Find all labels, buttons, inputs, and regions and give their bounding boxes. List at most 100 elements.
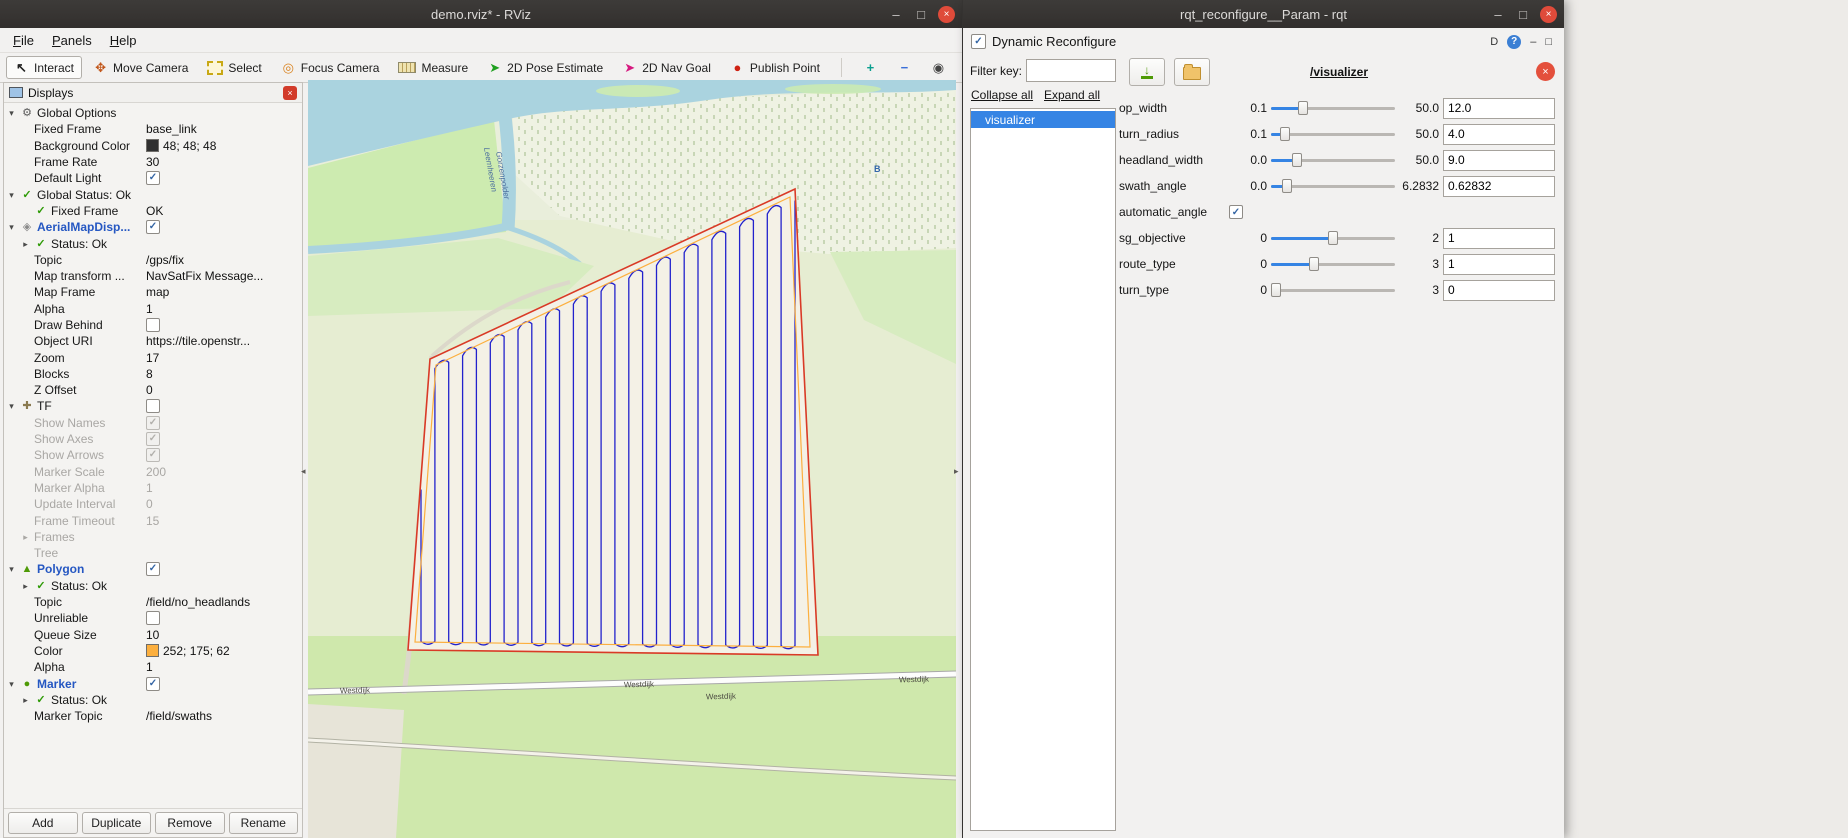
- checkbox-checked[interactable]: ✓: [146, 448, 160, 463]
- param-input-swath_angle[interactable]: [1443, 175, 1555, 197]
- display-row-queue-size[interactable]: Queue Size 10: [4, 627, 302, 643]
- display-row-polygon[interactable]: ▾ ▲ Polygon ✓: [4, 561, 302, 577]
- displays-panel-header[interactable]: Displays ×: [4, 83, 302, 103]
- display-row-frame-rate[interactable]: Frame Rate 30: [4, 154, 302, 170]
- param-pane-close-icon[interactable]: ×: [1536, 62, 1555, 81]
- collapse-all-button[interactable]: Collapse all: [970, 86, 1043, 104]
- add-display-button[interactable]: Add: [8, 812, 78, 834]
- tool-pose-estimate[interactable]: ➤ 2D Pose Estimate: [479, 56, 611, 79]
- property-value-text[interactable]: 1: [146, 301, 153, 317]
- load-params-button[interactable]: [1174, 58, 1210, 86]
- property-value-text[interactable]: 17: [146, 350, 159, 366]
- expander-icon[interactable]: ▾: [6, 187, 17, 203]
- rqt-titlebar[interactable]: rqt_reconfigure__Param - rqt – □ ×: [963, 0, 1564, 28]
- slider-handle[interactable]: [1298, 101, 1309, 115]
- display-row-tree[interactable]: Tree: [4, 545, 302, 561]
- tool-interact[interactable]: ↖ Interact: [6, 56, 83, 79]
- tool-nav-goal[interactable]: ➤ 2D Nav Goal: [614, 56, 719, 79]
- expander-icon[interactable]: ▸: [20, 529, 31, 545]
- display-row-marker-alpha[interactable]: Marker Alpha 1: [4, 480, 302, 496]
- minimize-icon[interactable]: –: [1490, 7, 1506, 22]
- display-row-object-uri[interactable]: Object URI https://tile.openstr...: [4, 333, 302, 349]
- property-value-text[interactable]: 252; 175; 62: [163, 643, 230, 659]
- minimize-icon[interactable]: –: [888, 7, 904, 22]
- param-slider-headland_width[interactable]: [1271, 152, 1395, 168]
- rename-display-button[interactable]: Rename: [228, 812, 298, 834]
- property-value-text[interactable]: https://tile.openstr...: [146, 333, 250, 349]
- save-params-button[interactable]: ↓: [1129, 58, 1165, 86]
- checkbox-checked[interactable]: ✓: [146, 415, 160, 430]
- display-row-frame-timeout[interactable]: Frame Timeout 15: [4, 512, 302, 528]
- map-3d-view[interactable]: Westdijk Westdijk Westdijk Westdijk Leemheer…: [308, 80, 956, 838]
- tool-measure[interactable]: Measure: [390, 57, 476, 79]
- display-row-status-ok[interactable]: ▸ ✓ Status: Ok: [4, 235, 302, 251]
- param-slider-route_type[interactable]: [1271, 256, 1395, 272]
- display-row-global-options[interactable]: ▾ ⚙ Global Options: [4, 105, 302, 121]
- display-row-default-light[interactable]: Default Light ✓: [4, 170, 302, 186]
- display-row-global-status-ok[interactable]: ▾ ✓ Global Status: Ok: [4, 186, 302, 202]
- display-row-show-arrows[interactable]: Show Arrows ✓: [4, 447, 302, 463]
- property-value-text[interactable]: /field/no_headlands: [146, 594, 250, 610]
- property-value-text[interactable]: NavSatFix Message...: [146, 268, 263, 284]
- tool-focus-camera[interactable]: ◎ Focus Camera: [273, 56, 388, 79]
- display-row-marker-scale[interactable]: Marker Scale 200: [4, 464, 302, 480]
- rviz-titlebar[interactable]: demo.rviz* - RViz – □ ×: [0, 0, 962, 28]
- map-canvas[interactable]: WestdijkWestdijkWestdijkWestdijkLeemheer…: [308, 80, 956, 838]
- property-value-text[interactable]: 200: [146, 464, 166, 480]
- dock-minimize-icon[interactable]: –: [1530, 36, 1536, 48]
- display-row-map-transform-[interactable]: Map transform ... NavSatFix Message...: [4, 268, 302, 284]
- checkbox-unchecked[interactable]: [146, 318, 160, 332]
- maximize-icon[interactable]: □: [1515, 7, 1531, 22]
- expander-icon[interactable]: ▸: [20, 236, 31, 252]
- expander-icon[interactable]: ▾: [6, 219, 17, 235]
- menu-panels[interactable]: Panels: [43, 30, 101, 51]
- tool-move-camera[interactable]: ✥ Move Camera: [85, 56, 196, 79]
- property-value-text[interactable]: map: [146, 284, 169, 300]
- expand-all-button[interactable]: Expand all: [1043, 86, 1116, 104]
- expander-icon[interactable]: ▾: [6, 398, 17, 414]
- expander-icon[interactable]: ▸: [20, 692, 31, 708]
- close-icon[interactable]: ×: [938, 5, 955, 23]
- filter-key-input[interactable]: [1026, 59, 1116, 82]
- splitter-collapse-left-icon[interactable]: ◂: [301, 466, 306, 477]
- display-row-show-axes[interactable]: Show Axes ✓: [4, 431, 302, 447]
- param-slider-op_width[interactable]: [1271, 100, 1395, 116]
- checkbox-checked[interactable]: ✓: [146, 171, 160, 186]
- expander-icon[interactable]: ▾: [6, 676, 17, 692]
- dock-float-icon[interactable]: □: [1545, 36, 1552, 48]
- slider-handle[interactable]: [1279, 127, 1290, 141]
- property-value-text[interactable]: base_link: [146, 121, 197, 137]
- display-row-status-ok[interactable]: ▸ ✓ Status: Ok: [4, 578, 302, 594]
- display-row-tf[interactable]: ▾ ✚ TF: [4, 398, 302, 414]
- display-row-marker[interactable]: ▾ ● Marker ✓: [4, 675, 302, 691]
- slider-handle[interactable]: [1309, 257, 1319, 271]
- tool-remove-tool[interactable]: −: [889, 56, 920, 79]
- display-row-frames[interactable]: ▸ Frames: [4, 529, 302, 545]
- display-row-background-color[interactable]: Background Color 48; 48; 48: [4, 138, 302, 154]
- param-input-turn_radius[interactable]: [1443, 123, 1555, 145]
- param-input-headland_width[interactable]: [1443, 149, 1555, 171]
- display-row-marker-topic[interactable]: Marker Topic/field/swaths: [4, 708, 302, 724]
- display-row-blocks[interactable]: Blocks 8: [4, 366, 302, 382]
- display-row-topic[interactable]: Topic/field/no_headlands: [4, 594, 302, 610]
- help-icon[interactable]: ?: [1507, 34, 1522, 49]
- display-row-topic[interactable]: Topic/gps/fix: [4, 252, 302, 268]
- display-row-unreliable[interactable]: Unreliable: [4, 610, 302, 626]
- property-value-text[interactable]: 8: [146, 366, 153, 382]
- display-row-alpha[interactable]: Alpha 1: [4, 659, 302, 675]
- remove-display-button[interactable]: Remove: [155, 812, 225, 834]
- param-slider-sg_objective[interactable]: [1271, 230, 1395, 246]
- duplicate-display-button[interactable]: Duplicate: [81, 812, 151, 834]
- checkbox-checked[interactable]: ✓: [146, 432, 160, 447]
- property-value-text[interactable]: 15: [146, 513, 159, 529]
- node-tree[interactable]: visualizer: [970, 108, 1116, 831]
- param-checkbox-automatic_angle[interactable]: ✓: [1229, 205, 1243, 219]
- display-row-color[interactable]: Color 252; 175; 62: [4, 643, 302, 659]
- slider-handle[interactable]: [1282, 179, 1293, 193]
- property-value-text[interactable]: 1: [146, 659, 153, 675]
- expander-icon[interactable]: ▾: [6, 561, 17, 577]
- param-input-route_type[interactable]: [1443, 253, 1555, 275]
- property-value-text[interactable]: /field/swaths: [146, 708, 212, 724]
- checkbox-checked[interactable]: ✓: [146, 676, 160, 691]
- display-row-aerialmapdisp-[interactable]: ▾ ◈ AerialMapDisp... ✓: [4, 219, 302, 235]
